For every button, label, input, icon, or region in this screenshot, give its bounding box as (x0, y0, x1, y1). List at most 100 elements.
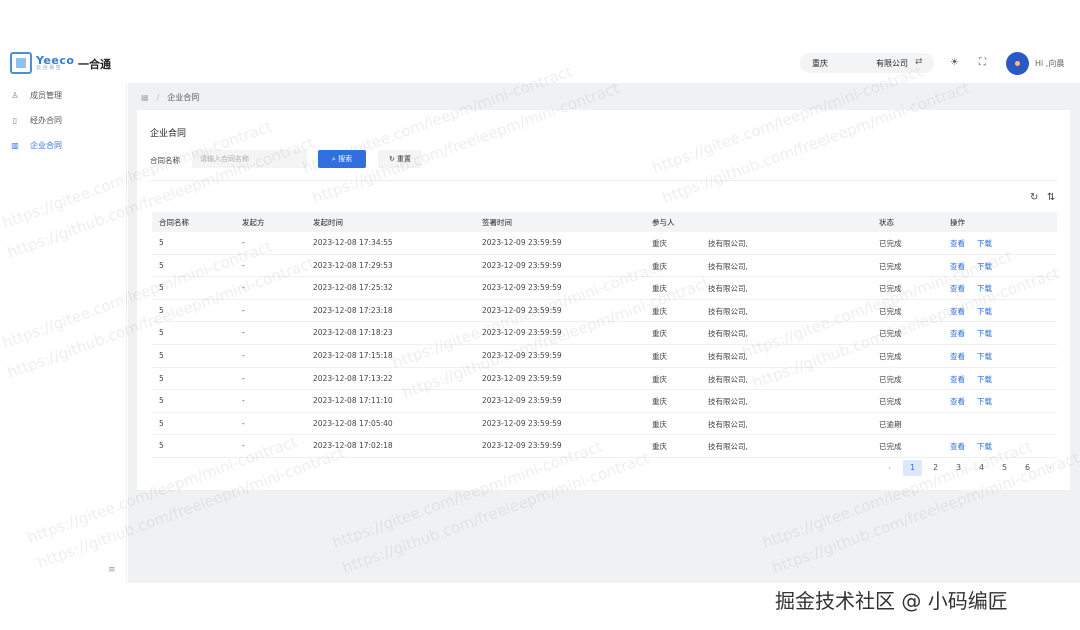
divider (150, 180, 1057, 181)
cell-contract-name: 5 (159, 238, 164, 247)
cell-initiator: - (242, 350, 245, 360)
cell-initiator: - (242, 305, 245, 315)
view-link[interactable]: 查看 (950, 396, 965, 407)
cell-contract-name: 5 (159, 260, 164, 270)
cell-sign-time: 2023-12-09 23:59:59 (482, 238, 562, 247)
cell-sign-time: 2023-12-09 23:59:59 (482, 418, 562, 428)
cell-participant-1: 重庆 (652, 329, 667, 339)
cell-participant-2: 技有限公司, (708, 329, 748, 339)
logo-cube-icon (10, 52, 32, 74)
table-row: 5-2023-12-08 17:15:18 2023-12-09 23:59:59… (152, 345, 1057, 368)
table-header: 合同名称 发起方 发起时间 签署时间 参与人 状态 操作 (152, 212, 1057, 232)
download-link[interactable]: 下载 (977, 351, 992, 362)
collapse-menu-icon[interactable]: ≡ (108, 565, 116, 575)
cell-start-time: 2023-12-08 17:05:40 (313, 418, 393, 428)
cell-participant-2: 技有限公司, (708, 419, 748, 429)
table-row: 5 - 2023-12-08 17:05:40 2023-12-09 23:59:59… (152, 413, 1057, 436)
cell-sign-time: 2023-12-09 23:59:59 (482, 260, 562, 270)
cell-participant-2: 技有限公司, (708, 239, 748, 248)
download-link[interactable]: 下载 (977, 238, 992, 249)
header-sign-time: 签署时间 (482, 218, 512, 227)
download-link[interactable]: 下载 (977, 396, 992, 407)
cell-initiator: - (242, 418, 245, 428)
cell-start-time: 2023-12-08 17:23:18 (313, 305, 393, 315)
source-credit: 掘金技术社区 @ 小码编匠 (775, 589, 1008, 613)
sidebar-item-handled-contracts[interactable]: ▯ 经办合同 (0, 108, 127, 132)
download-link[interactable]: 下载 (977, 328, 992, 339)
prev-page-button[interactable]: ‹ (880, 460, 899, 476)
cell-start-time: 2023-12-08 17:25:32 (313, 283, 393, 293)
cell-status: 已完成 (879, 351, 902, 361)
view-link[interactable]: 查看 (950, 328, 965, 339)
table-row: 5 - 2023-12-08 17:13:22 2023-12-09 23:59:59… (152, 368, 1057, 391)
cell-participant-1: 重庆 (652, 397, 667, 407)
cell-participant-2: 技有限公司, (708, 284, 748, 294)
cell-participant-1: 重庆 (652, 442, 667, 452)
sidebar-item-label: 成员管理 (30, 90, 62, 100)
view-link[interactable]: 查看 (950, 374, 965, 385)
header-initiator: 发起方 (242, 218, 265, 227)
cell-status: 已完成 (879, 442, 902, 452)
cell-participant-2: 技有限公司, (708, 306, 748, 316)
cell-contract-name: 5 (159, 350, 164, 360)
header-status: 状态 (879, 218, 894, 227)
cell-start-time: 2023-12-08 17:29:53 (313, 260, 393, 270)
cell-initiator: - (242, 396, 245, 406)
users-icon: ♙ (11, 90, 19, 100)
cell-start-time: 2023-12-08 17:11:10 (313, 396, 393, 406)
cell-participant-2: 技有限公司, (708, 261, 748, 271)
header-contract-name: 合同名称 (159, 218, 189, 227)
header-participants: 参与人 (652, 218, 675, 227)
cell-contract-name: 5 (159, 328, 164, 338)
cell-status: 已完成 (879, 374, 902, 384)
column-height-icon[interactable]: ⇅ (1047, 192, 1055, 203)
contracts-table: 合同名称 发起方 发起时间 签署时间 参与人 状态 操作 5 - 2023-12-0… (152, 212, 1057, 458)
cell-initiator: - (242, 373, 245, 383)
theme-toggle-icon[interactable]: ☀ (950, 57, 959, 68)
user-greeting[interactable]: Hi ,向晨 (1035, 58, 1064, 69)
cell-status: 已逾期 (879, 419, 902, 429)
cell-status: 已完成 (879, 239, 902, 248)
header-actions: 操作 (950, 218, 965, 227)
sidebar-item-enterprise-contracts[interactable]: ▥ 企业合同 (0, 133, 127, 157)
cell-participant-1: 重庆 (652, 239, 667, 248)
cell-start-time: 2023-12-08 17:18:23 (313, 328, 393, 338)
sidebar-item-label: 经办合同 (30, 115, 62, 125)
view-link[interactable]: 查看 (950, 351, 965, 362)
breadcrumb-separator: / (156, 93, 160, 102)
document-icon: ▯ (12, 115, 18, 125)
page-title: 企业合同 (150, 129, 187, 139)
cell-sign-time: 2023-12-09 23:59:59 (482, 373, 562, 383)
cell-status: 已完成 (879, 261, 902, 271)
cell-start-time: 2023-12-08 17:15:18 (313, 350, 393, 360)
app-title: 一合通 (78, 58, 111, 71)
cell-participant-1: 重庆 (652, 374, 667, 384)
download-link[interactable]: 下载 (977, 374, 992, 385)
cell-status: 已完成 (879, 397, 902, 407)
book-icon: ▥ (11, 140, 19, 150)
cell-start-time: 2023-12-08 17:34:55 (313, 238, 393, 247)
sidebar-item-members[interactable]: ♙ 成员管理 (0, 83, 127, 107)
breadcrumb-current: 企业合同 (167, 93, 200, 102)
cell-participant-1: 重庆 (652, 419, 667, 429)
cell-participant-2: 技有限公司, (708, 442, 748, 452)
table-row: 5-2023-12-08 17:34:55 2023-12-09 23:59:59… (152, 232, 1057, 255)
cell-contract-name: 5 (159, 373, 164, 383)
view-link[interactable]: 查看 (950, 238, 965, 249)
cell-initiator: - (242, 328, 245, 338)
sidebar-item-label: 企业合同 (30, 140, 62, 150)
refresh-table-icon[interactable]: ↻ (1030, 192, 1038, 203)
company-city: 重庆 (812, 59, 828, 68)
view-link[interactable]: 查看 (950, 441, 965, 452)
home-icon[interactable]: ▦ (141, 93, 149, 102)
cell-participant-1: 重庆 (652, 351, 667, 361)
page-button[interactable]: 1 (903, 460, 922, 476)
logo: Yeeco 云 合 易 签 (10, 52, 74, 74)
fullscreen-icon[interactable]: ⛶ (979, 57, 986, 68)
cell-sign-time: 2023-12-09 23:59:59 (482, 396, 562, 406)
cell-contract-name: 5 (159, 396, 164, 406)
avatar[interactable] (1006, 52, 1029, 75)
cell-contract-name: 5 (159, 418, 164, 428)
header-start-time: 发起时间 (313, 218, 343, 227)
breadcrumb: ▦ / 企业合同 (141, 92, 199, 103)
